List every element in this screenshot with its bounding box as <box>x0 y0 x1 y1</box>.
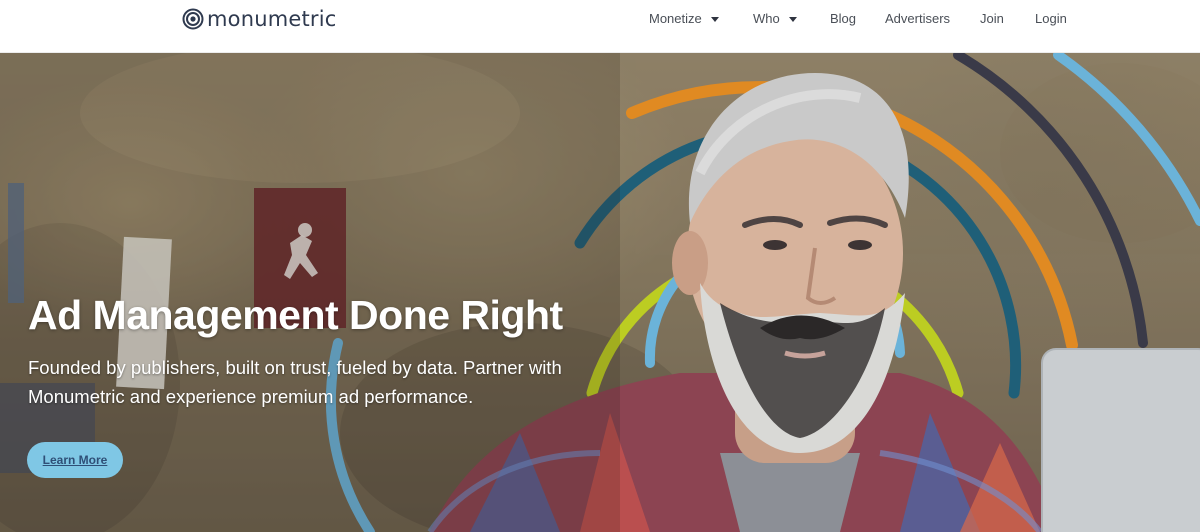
nav-item-label: Blog <box>830 11 857 26</box>
chevron-down-icon <box>788 17 797 22</box>
chevron-down-icon <box>710 17 719 22</box>
hero-banner: Ad Management Done Right Founded by publ… <box>0 53 1200 532</box>
nav-item-label: Monetize <box>649 11 702 26</box>
nav-item-blog[interactable]: Blog <box>830 10 856 28</box>
learn-more-button[interactable]: Learn More <box>27 442 123 478</box>
nav-item-join[interactable]: Join <box>980 10 1004 28</box>
nav-item-label: Login <box>1035 11 1067 26</box>
nav-item-advertisers[interactable]: Advertisers <box>885 10 950 28</box>
main-nav: Monetize Who Blog Advertisers Join Login <box>0 10 1200 28</box>
nav-item-label: Who <box>753 11 780 26</box>
nav-item-who[interactable]: Who <box>753 10 797 28</box>
nav-item-label: Join <box>980 11 1004 26</box>
hero-subtitle: Founded by publishers, built on trust, f… <box>28 357 562 407</box>
nav-item-login[interactable]: Login <box>1035 10 1067 28</box>
hero-title: Ad Management Done Right <box>28 292 563 338</box>
nav-item-monetize[interactable]: Monetize <box>649 10 719 28</box>
site-header: monumetric Monetize Who Blog Advertisers… <box>0 0 1200 53</box>
nav-item-label: Advertisers <box>885 11 951 26</box>
